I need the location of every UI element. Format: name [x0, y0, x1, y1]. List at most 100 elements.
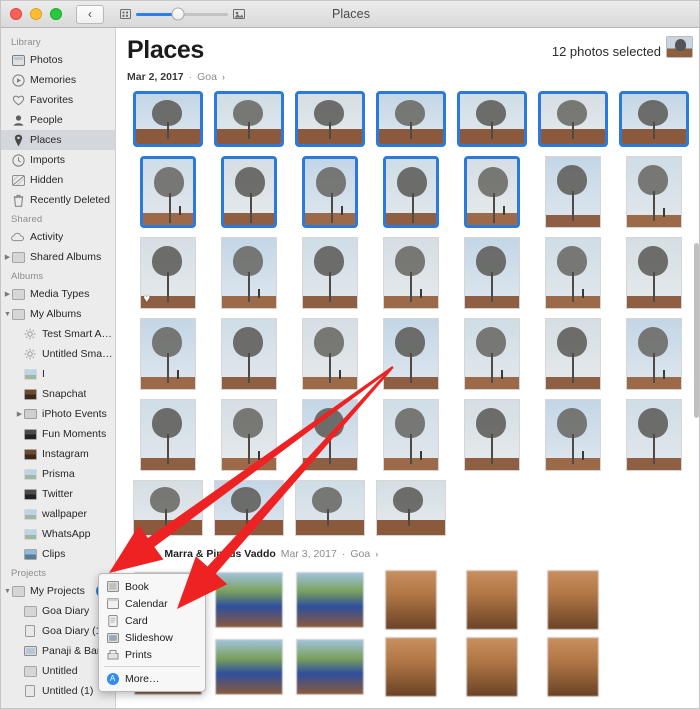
photo-cell[interactable]: [289, 397, 370, 473]
photo-cell[interactable]: [370, 397, 451, 473]
photo-thumbnail[interactable]: ♥: [139, 237, 196, 309]
photo-cell[interactable]: [127, 397, 208, 473]
photo-cell[interactable]: [451, 636, 532, 698]
section-place[interactable]: Goa: [197, 71, 217, 83]
photo-thumbnail[interactable]: [544, 399, 601, 471]
photo-cell[interactable]: [370, 569, 451, 631]
photo-thumbnail[interactable]: [625, 399, 682, 471]
photo-thumbnail-selected[interactable]: [463, 156, 520, 228]
photo-cell[interactable]: [532, 316, 613, 392]
photo-thumbnail[interactable]: [214, 639, 283, 695]
sidebar-item-fun-moments[interactable]: Fun Moments: [1, 424, 115, 444]
photo-thumbnail-selected[interactable]: [618, 91, 689, 147]
photo-thumbnail[interactable]: [301, 318, 358, 390]
photo-thumbnail-selected[interactable]: [375, 91, 446, 147]
photo-thumbnail[interactable]: [625, 237, 682, 309]
photo-thumbnail[interactable]: [465, 570, 518, 630]
photo-cell[interactable]: [451, 569, 532, 631]
sidebar-item-twitter[interactable]: Twitter: [1, 484, 115, 504]
sidebar-item-instagram[interactable]: Instagram: [1, 444, 115, 464]
photo-thumbnail[interactable]: [214, 572, 283, 628]
photo-thumbnail-selected[interactable]: [220, 156, 277, 228]
photo-thumbnail[interactable]: [295, 639, 364, 695]
photo-thumbnail[interactable]: [544, 156, 601, 228]
photo-thumbnail[interactable]: [220, 237, 277, 309]
sidebar-item-test-smart-album[interactable]: Test Smart A…: [1, 324, 115, 344]
photo-thumbnail[interactable]: [544, 237, 601, 309]
sidebar-item-iphoto-events[interactable]: ▶ iPhoto Events: [1, 404, 115, 424]
menu-item-more[interactable]: A More…: [99, 670, 205, 687]
photo-cell[interactable]: [613, 89, 694, 149]
photo-thumbnail[interactable]: [294, 480, 365, 536]
photo-thumbnail[interactable]: [382, 237, 439, 309]
sidebar-item-favorites[interactable]: Favorites: [1, 90, 115, 110]
sidebar-item-recently-deleted[interactable]: Recently Deleted: [1, 190, 115, 210]
photo-cell[interactable]: [532, 154, 613, 230]
photo-cell[interactable]: [208, 89, 289, 149]
photo-cell[interactable]: [208, 235, 289, 311]
photo-cell[interactable]: [532, 89, 613, 149]
photo-cell[interactable]: [370, 316, 451, 392]
photo-cell[interactable]: [370, 89, 451, 149]
photo-thumbnail[interactable]: [465, 637, 518, 697]
photo-cell[interactable]: [613, 316, 694, 392]
photo-cell[interactable]: [127, 478, 208, 538]
photo-thumbnail[interactable]: [382, 399, 439, 471]
photo-thumbnail[interactable]: [625, 318, 682, 390]
photo-thumbnail[interactable]: [546, 570, 599, 630]
photo-cell[interactable]: [370, 636, 451, 698]
menu-item-book[interactable]: Book: [99, 578, 205, 595]
photo-cell[interactable]: [370, 154, 451, 230]
menu-item-prints[interactable]: Prints: [99, 646, 205, 663]
photo-cell[interactable]: [289, 154, 370, 230]
sidebar-item-wallpaper[interactable]: wallpaper: [1, 504, 115, 524]
photo-thumbnail[interactable]: [132, 480, 203, 536]
photo-thumbnail[interactable]: [301, 399, 358, 471]
sidebar-item-photos[interactable]: Photos: [1, 50, 115, 70]
photo-cell[interactable]: [208, 154, 289, 230]
photo-cell[interactable]: [370, 235, 451, 311]
photo-thumbnail[interactable]: [139, 399, 196, 471]
selection-thumbnail[interactable]: [666, 36, 693, 58]
photo-cell[interactable]: [451, 316, 532, 392]
photo-cell[interactable]: [613, 397, 694, 473]
photo-cell[interactable]: [127, 316, 208, 392]
menu-item-slideshow[interactable]: Slideshow: [99, 629, 205, 646]
photo-cell[interactable]: [289, 569, 370, 631]
photo-thumbnail-selected[interactable]: [139, 156, 196, 228]
photo-thumbnail[interactable]: [463, 399, 520, 471]
photo-thumbnail[interactable]: [301, 237, 358, 309]
photo-cell[interactable]: [289, 235, 370, 311]
sidebar-item-hidden[interactable]: Hidden: [1, 170, 115, 190]
sidebar-item-prisma[interactable]: Prisma: [1, 464, 115, 484]
sidebar-item-shared-albums[interactable]: ▶ Shared Albums: [1, 247, 115, 267]
photo-cell[interactable]: [127, 89, 208, 149]
photo-thumbnail[interactable]: [544, 318, 601, 390]
photo-thumbnail[interactable]: [375, 480, 446, 536]
photo-thumbnail[interactable]: [384, 637, 437, 697]
photo-cell[interactable]: [451, 397, 532, 473]
menu-item-calendar[interactable]: Calendar: [99, 595, 205, 612]
sidebar-item-my-albums[interactable]: ▼ My Albums: [1, 304, 115, 324]
photo-cell[interactable]: ♥: [127, 235, 208, 311]
photo-cell[interactable]: [208, 569, 289, 631]
disclosure-triangle-icon[interactable]: ▶: [3, 253, 12, 261]
photo-thumbnail[interactable]: [625, 156, 682, 228]
sidebar-item-imports[interactable]: Imports: [1, 150, 115, 170]
photo-thumbnail-selected[interactable]: [537, 91, 608, 147]
sidebar-item-activity[interactable]: Activity: [1, 227, 115, 247]
disclosure-triangle-icon[interactable]: ▼: [3, 311, 12, 318]
sidebar-item-i[interactable]: I: [1, 364, 115, 384]
create-project-menu[interactable]: Book Calendar Card Slideshow Prints A Mo…: [98, 573, 206, 692]
sidebar-item-media-types[interactable]: ▶ Media Types: [1, 284, 115, 304]
photo-thumbnail[interactable]: [463, 237, 520, 309]
sidebar-item-people[interactable]: People: [1, 110, 115, 130]
photo-thumbnail-selected[interactable]: [456, 91, 527, 147]
photo-thumbnail[interactable]: [213, 480, 284, 536]
photo-thumbnail-selected[interactable]: [382, 156, 439, 228]
photo-thumbnail[interactable]: [220, 318, 277, 390]
sidebar-item-places[interactable]: Places: [1, 130, 115, 150]
photo-thumbnail-selected[interactable]: [294, 91, 365, 147]
disclosure-triangle-icon[interactable]: ▼: [3, 588, 12, 595]
photo-cell[interactable]: [532, 569, 613, 631]
